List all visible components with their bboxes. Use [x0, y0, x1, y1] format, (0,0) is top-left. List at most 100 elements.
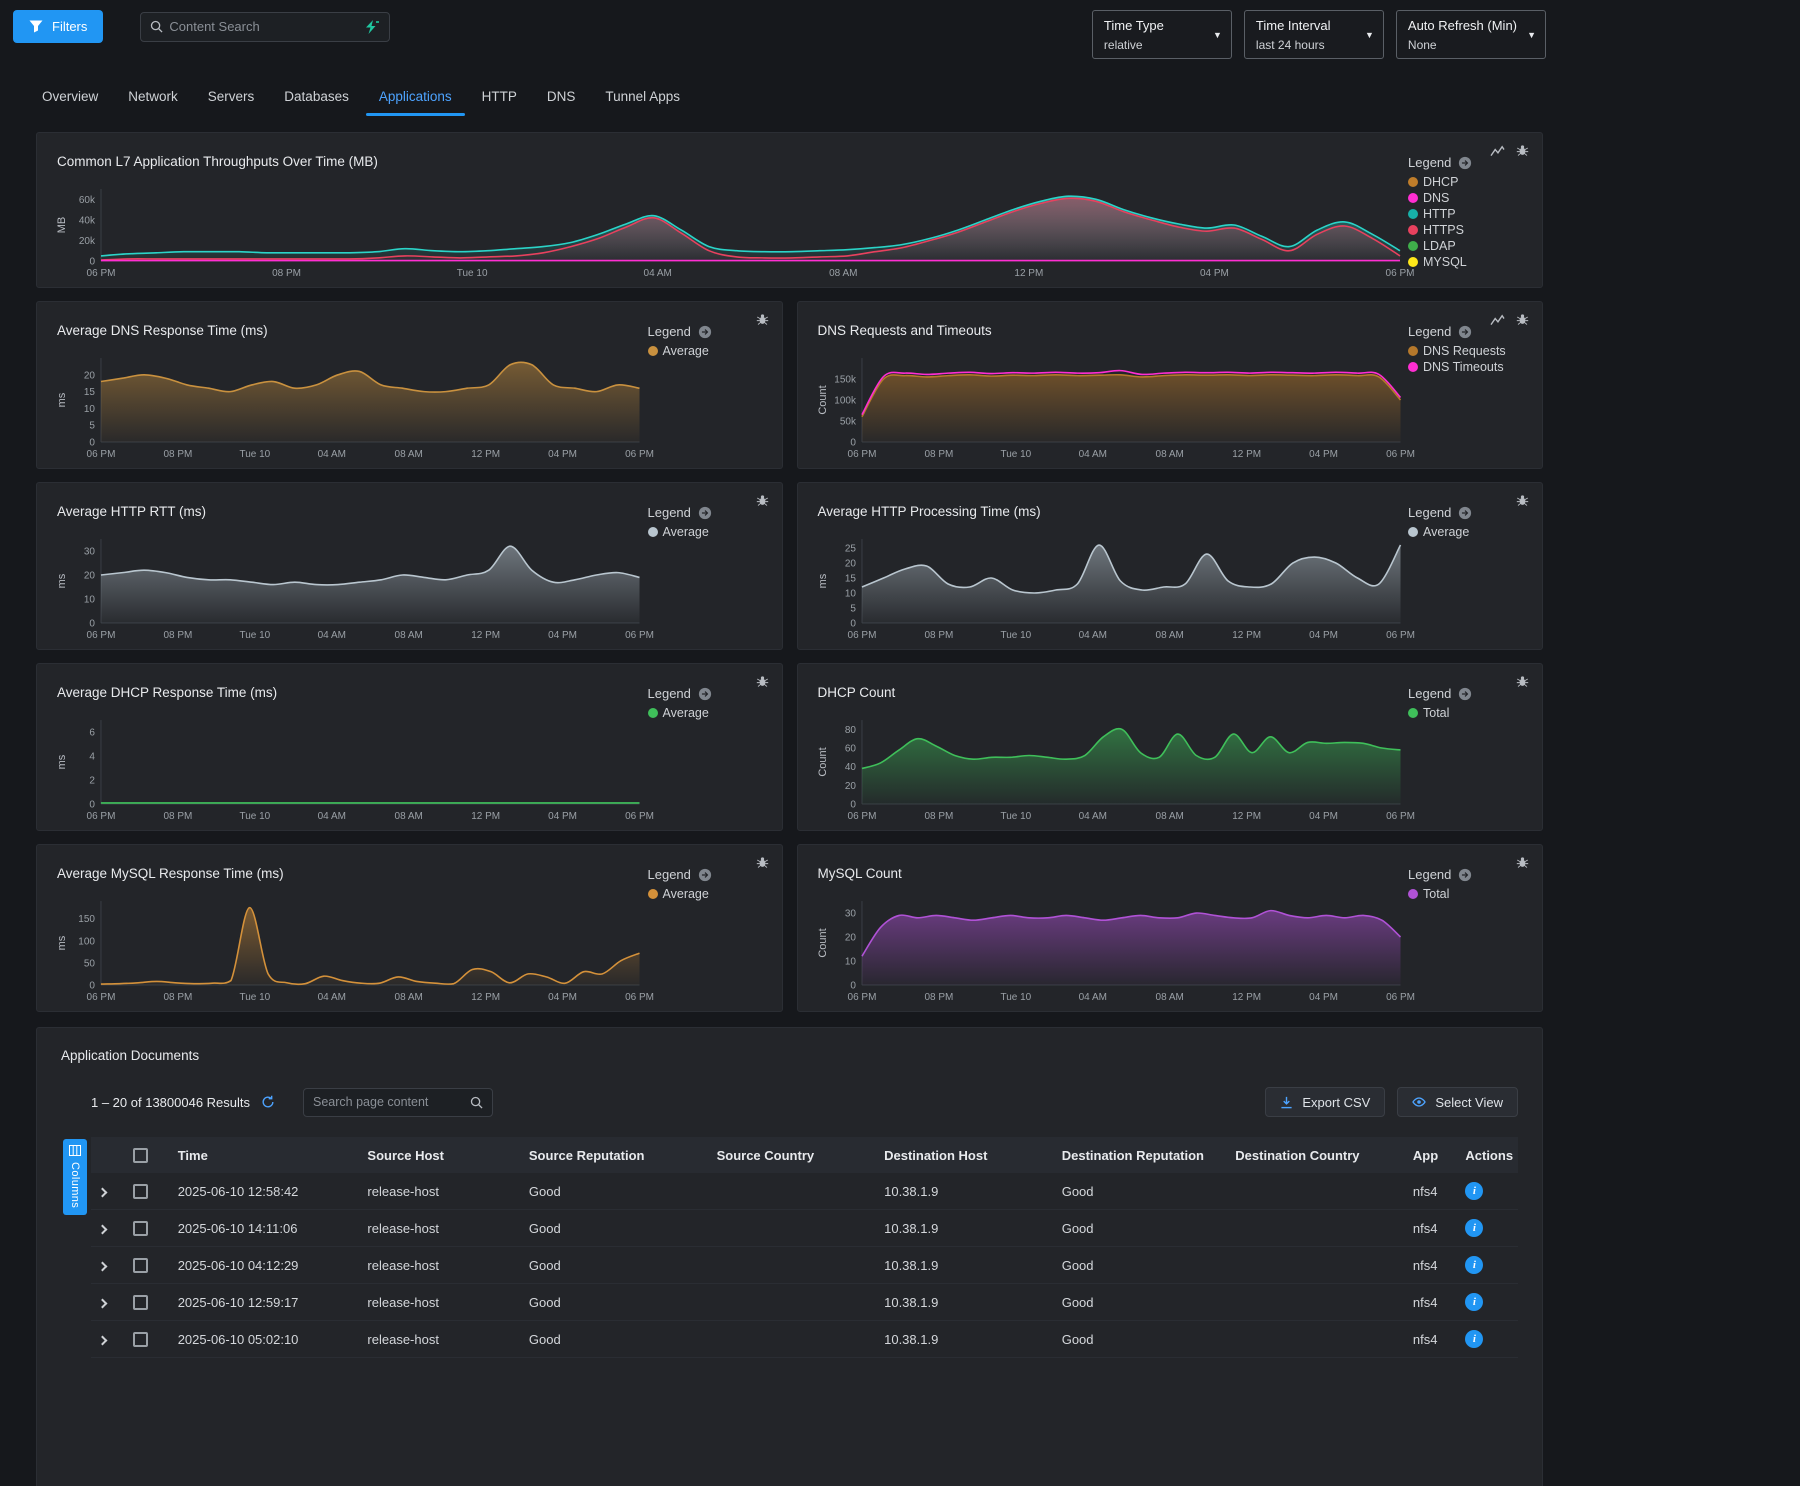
legend-toggle[interactable]: Legend	[1408, 324, 1528, 339]
tab-databases[interactable]: Databases	[269, 79, 364, 116]
svg-text:04 AM: 04 AM	[318, 630, 346, 641]
legend-expand-icon[interactable]	[698, 687, 712, 701]
legend-toggle[interactable]: Legend	[1408, 867, 1528, 882]
legend-item[interactable]: Average	[648, 344, 768, 358]
content-search-input[interactable]	[169, 19, 357, 34]
bug-icon[interactable]	[756, 312, 769, 326]
legend-expand-icon[interactable]	[1458, 687, 1472, 701]
cell-app: nfs4	[1405, 1173, 1457, 1210]
info-icon[interactable]: i	[1465, 1256, 1483, 1274]
info-icon[interactable]: i	[1465, 1182, 1483, 1200]
row-checkbox[interactable]	[133, 1295, 148, 1310]
tab-overview[interactable]: Overview	[27, 79, 113, 116]
info-icon[interactable]: i	[1465, 1293, 1483, 1311]
auto-refresh-dropdown[interactable]: Auto Refresh (Min) None ▼	[1396, 10, 1546, 59]
filters-button[interactable]: Filters	[13, 10, 103, 43]
legend-expand-icon[interactable]	[698, 325, 712, 339]
row-checkbox[interactable]	[133, 1184, 148, 1199]
filters-label: Filters	[52, 19, 87, 34]
info-icon[interactable]: i	[1465, 1219, 1483, 1237]
export-csv-button[interactable]: Export CSV	[1265, 1087, 1385, 1117]
legend-toggle[interactable]: Legend	[648, 867, 768, 882]
cell-destination-host: 10.38.1.9	[876, 1173, 1054, 1210]
legend-item[interactable]: Total	[1408, 887, 1528, 901]
page-search-input[interactable]	[313, 1095, 464, 1109]
legend-toggle[interactable]: Legend	[648, 324, 768, 339]
time-interval-dropdown[interactable]: Time Interval last 24 hours ▼	[1244, 10, 1384, 59]
bug-icon[interactable]	[756, 493, 769, 507]
cell-destination-country	[1227, 1247, 1405, 1284]
chart-plot: ms024606 PM08 PMTue 1004 AM08 AM12 PM04 …	[55, 712, 648, 824]
tab-dns[interactable]: DNS	[532, 79, 591, 116]
legend-item[interactable]: DNS Requests	[1408, 344, 1528, 358]
svg-text:Tue 10: Tue 10	[239, 630, 270, 641]
legend-item[interactable]: HTTPS	[1408, 223, 1528, 237]
bug-icon[interactable]	[1516, 143, 1529, 157]
select-view-button[interactable]: Select View	[1397, 1087, 1518, 1117]
bug-icon[interactable]	[1516, 493, 1529, 507]
svg-text:Tue 10: Tue 10	[239, 811, 270, 822]
expand-row-icon[interactable]	[98, 1187, 108, 1197]
row-checkbox[interactable]	[133, 1258, 148, 1273]
legend-item-label: Average	[663, 706, 709, 720]
legend-toggle[interactable]: Legend	[1408, 155, 1528, 170]
expand-row-icon[interactable]	[98, 1261, 108, 1271]
legend-toggle[interactable]: Legend	[648, 505, 768, 520]
legend-item[interactable]: Average	[648, 706, 768, 720]
tab-network[interactable]: Network	[113, 79, 193, 116]
chart-icon[interactable]	[1490, 313, 1505, 326]
tab-servers[interactable]: Servers	[193, 79, 270, 116]
bug-icon[interactable]	[1516, 855, 1529, 869]
results-count: 1 – 20 of 13800046 Results	[91, 1095, 275, 1110]
legend-toggle[interactable]: Legend	[1408, 505, 1528, 520]
legend-expand-icon[interactable]	[1458, 325, 1472, 339]
row-checkbox[interactable]	[133, 1332, 148, 1347]
chart-legend: Legend Average	[648, 676, 768, 824]
select-all-checkbox[interactable]	[133, 1148, 148, 1163]
chart-icon[interactable]	[1490, 144, 1505, 157]
legend-item[interactable]: Average	[1408, 525, 1528, 539]
svg-text:10: 10	[844, 588, 856, 599]
svg-text:04 AM: 04 AM	[318, 992, 346, 1003]
legend-toggle[interactable]: Legend	[648, 686, 768, 701]
legend-item[interactable]: Total	[1408, 706, 1528, 720]
legend-item[interactable]: DNS Timeouts	[1408, 360, 1528, 374]
expand-row-icon[interactable]	[98, 1335, 108, 1345]
bug-icon[interactable]	[1516, 312, 1529, 326]
bug-icon[interactable]	[1516, 674, 1529, 688]
legend-expand-icon[interactable]	[698, 506, 712, 520]
legend-expand-icon[interactable]	[1458, 156, 1472, 170]
info-icon[interactable]: i	[1465, 1330, 1483, 1348]
legend-item[interactable]: DHCP	[1408, 175, 1528, 189]
bug-icon[interactable]	[756, 674, 769, 688]
cell-time: 2025-06-10 05:02:10	[170, 1321, 360, 1358]
actions-cell: i	[1457, 1173, 1518, 1210]
legend-expand-icon[interactable]	[1458, 868, 1472, 882]
expand-row-icon[interactable]	[98, 1298, 108, 1308]
legend-item[interactable]: DNS	[1408, 191, 1528, 205]
legend-expand-icon[interactable]	[1458, 506, 1472, 520]
search-icon[interactable]	[470, 1096, 483, 1109]
legend-item[interactable]: HTTP	[1408, 207, 1528, 221]
cell-source-reputation: Good	[521, 1247, 709, 1284]
legend-item[interactable]: Average	[648, 525, 768, 539]
cell-source-reputation: Good	[521, 1321, 709, 1358]
svg-text:12 PM: 12 PM	[1232, 630, 1261, 641]
time-type-dropdown[interactable]: Time Type relative ▼	[1092, 10, 1232, 59]
tab-applications[interactable]: Applications	[364, 79, 467, 116]
legend-item[interactable]: MYSQL	[1408, 255, 1528, 269]
legend-expand-icon[interactable]	[698, 868, 712, 882]
legend-toggle[interactable]: Legend	[1408, 686, 1528, 701]
svg-text:08 PM: 08 PM	[163, 811, 192, 822]
tab-http[interactable]: HTTP	[467, 79, 532, 116]
columns-button[interactable]: Columns	[63, 1139, 87, 1215]
row-checkbox[interactable]	[133, 1221, 148, 1236]
expand-row-icon[interactable]	[98, 1224, 108, 1234]
svg-text:04 PM: 04 PM	[548, 811, 577, 822]
tab-tunnel-apps[interactable]: Tunnel Apps	[590, 79, 695, 116]
legend-item[interactable]: LDAP	[1408, 239, 1528, 253]
refresh-icon[interactable]	[261, 1095, 275, 1109]
svg-text:10: 10	[84, 594, 96, 605]
bug-icon[interactable]	[756, 855, 769, 869]
legend-item[interactable]: Average	[648, 887, 768, 901]
